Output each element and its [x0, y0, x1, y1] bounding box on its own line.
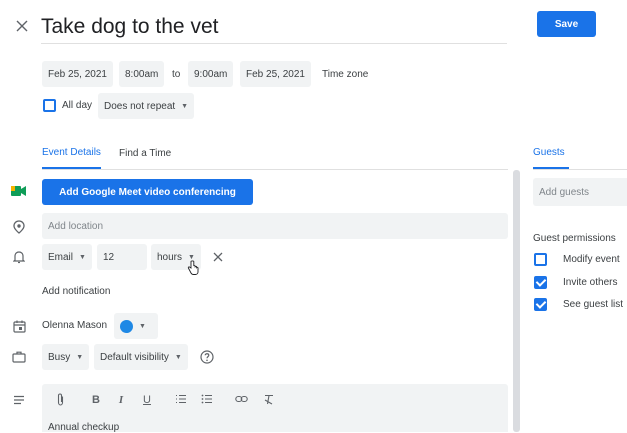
- notification-amount-text: 12: [103, 251, 115, 263]
- calendar-color-dropdown[interactable]: ▼: [114, 313, 158, 339]
- save-button-label: Save: [554, 18, 579, 30]
- hand-cursor-icon: [185, 258, 201, 278]
- see-guest-list-checkbox[interactable]: [534, 298, 547, 311]
- tab-guests[interactable]: Guests: [533, 147, 569, 169]
- description-toolbar: B I U: [42, 384, 508, 416]
- repeat-dropdown[interactable]: Does not repeat ▼: [98, 93, 195, 119]
- notification-amount-input[interactable]: 12: [97, 244, 147, 270]
- add-notification-link[interactable]: Add notification: [42, 286, 110, 297]
- italic-icon[interactable]: I: [113, 394, 129, 406]
- start-time-field[interactable]: 8:00am: [119, 61, 165, 87]
- bold-icon[interactable]: B: [88, 394, 104, 406]
- start-date-field[interactable]: Feb 25, 2021: [42, 61, 113, 87]
- visibility-dropdown[interactable]: Default visibility ▼: [94, 344, 188, 370]
- notification-unit-text: hours: [157, 251, 183, 263]
- tab-event-details[interactable]: Event Details: [42, 147, 101, 169]
- link-icon[interactable]: [233, 394, 249, 406]
- modify-event-checkbox[interactable]: [534, 253, 547, 266]
- description-editor[interactable]: B I U Annual checkup: [42, 384, 508, 433]
- busy-status-dropdown[interactable]: Busy ▼: [42, 344, 90, 370]
- chevron-down-icon: ▼: [181, 102, 189, 110]
- bell-icon: [10, 248, 28, 266]
- visibility-text: Default visibility: [100, 351, 169, 363]
- add-meet-button-label: Add Google Meet video conferencing: [59, 186, 236, 198]
- allday-label: All day: [62, 100, 93, 111]
- to-label: to: [172, 69, 181, 80]
- event-title-text: Take dog to the vet: [41, 15, 219, 38]
- start-time-text: 8:00am: [125, 68, 159, 80]
- guest-permissions-title: Guest permissions: [533, 233, 616, 244]
- tab-event-details-label: Event Details: [42, 147, 101, 158]
- tabs-divider: [42, 169, 508, 170]
- invite-others-label: Invite others: [563, 277, 618, 288]
- timezone-link[interactable]: Time zone: [322, 69, 368, 80]
- attachment-icon[interactable]: [52, 393, 68, 409]
- calendar-owner: Olenna Mason: [42, 320, 108, 331]
- description-text: Annual checkup: [48, 422, 120, 433]
- help-icon[interactable]: [199, 349, 215, 365]
- end-date-text: Feb 25, 2021: [246, 68, 305, 80]
- underline-icon[interactable]: U: [139, 394, 155, 406]
- modify-event-label: Modify event: [563, 254, 620, 265]
- allday-checkbox[interactable]: [43, 99, 56, 112]
- location-placeholder: Add location: [48, 220, 104, 232]
- chevron-down-icon: ▼: [174, 353, 182, 361]
- tab-find-time[interactable]: Find a Time: [119, 148, 171, 159]
- chevron-down-icon: ▼: [76, 353, 84, 361]
- add-guests-input[interactable]: Add guests: [533, 178, 627, 206]
- calendar-icon: [10, 317, 28, 335]
- numbered-list-icon[interactable]: [173, 394, 189, 407]
- close-icon[interactable]: [12, 16, 32, 36]
- repeat-dropdown-text: Does not repeat: [104, 100, 176, 112]
- description-icon: [10, 392, 28, 408]
- google-meet-icon: [10, 183, 28, 199]
- add-meet-button[interactable]: Add Google Meet video conferencing: [42, 179, 253, 205]
- calendar-color-dot: [120, 319, 133, 333]
- remove-notification-icon[interactable]: [210, 249, 226, 265]
- chevron-down-icon: ▼: [79, 253, 86, 261]
- location-input[interactable]: Add location: [42, 213, 508, 239]
- briefcase-icon: [10, 348, 28, 366]
- see-guest-list-label: See guest list: [563, 299, 624, 310]
- event-title-input[interactable]: Take dog to the vet: [41, 12, 507, 44]
- end-time-text: 9:00am: [194, 68, 228, 80]
- location-pin-icon: [10, 218, 28, 236]
- add-guests-placeholder: Add guests: [539, 186, 590, 198]
- end-date-field[interactable]: Feb 25, 2021: [240, 61, 311, 87]
- tab-guests-label: Guests: [533, 147, 565, 158]
- bulleted-list-icon[interactable]: [199, 394, 215, 407]
- details-scrollbar[interactable]: [513, 170, 520, 432]
- clear-formatting-icon[interactable]: [261, 394, 277, 408]
- save-button[interactable]: Save: [537, 11, 596, 37]
- invite-others-checkbox[interactable]: [534, 276, 547, 289]
- chevron-down-icon: ▼: [139, 322, 146, 330]
- notification-method-dropdown[interactable]: Email ▼: [42, 244, 92, 270]
- end-time-field[interactable]: 9:00am: [188, 61, 234, 87]
- busy-status-text: Busy: [48, 351, 71, 363]
- guests-tab-divider: [533, 169, 627, 170]
- notification-method-text: Email: [48, 251, 74, 263]
- start-date-text: Feb 25, 2021: [48, 68, 107, 80]
